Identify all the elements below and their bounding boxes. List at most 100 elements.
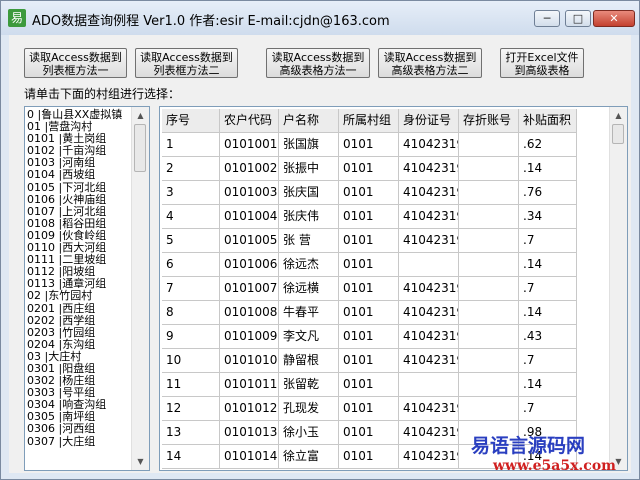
- table-cell[interactable]: 0101: [339, 157, 399, 181]
- table-cell[interactable]: [459, 301, 519, 325]
- table-cell[interactable]: 0101: [339, 181, 399, 205]
- table-cell[interactable]: 0101013: [220, 421, 279, 445]
- table-cell[interactable]: 张 营: [279, 229, 339, 253]
- table-cell[interactable]: 1: [162, 133, 220, 157]
- column-header[interactable]: 身份证号: [399, 109, 459, 133]
- table-cell[interactable]: 张庆伟: [279, 205, 339, 229]
- table-cell[interactable]: 0101002: [220, 157, 279, 181]
- load-button-1[interactable]: 读取Access数据到 列表框方法一: [24, 48, 127, 78]
- table-cell[interactable]: 0101010: [220, 349, 279, 373]
- table-cell[interactable]: 徐远横: [279, 277, 339, 301]
- table-cell[interactable]: 5: [162, 229, 220, 253]
- table-cell[interactable]: 41042319: [399, 421, 459, 445]
- table-cell[interactable]: 41042319: [399, 349, 459, 373]
- table-cell[interactable]: 0101008: [220, 301, 279, 325]
- table-cell[interactable]: 徐远杰: [279, 253, 339, 277]
- table-cell[interactable]: 张国旗: [279, 133, 339, 157]
- table-cell[interactable]: [459, 277, 519, 301]
- table-cell[interactable]: 0101005: [220, 229, 279, 253]
- table-cell[interactable]: [459, 157, 519, 181]
- column-header[interactable]: 所属村组: [339, 109, 399, 133]
- load-button-4[interactable]: 读取Access数据到 高级表格方法二: [378, 48, 482, 78]
- table-cell[interactable]: 0101: [339, 373, 399, 397]
- table-cell[interactable]: .14: [519, 373, 577, 397]
- table-cell[interactable]: 0101: [339, 277, 399, 301]
- table-cell[interactable]: 41042319: [399, 301, 459, 325]
- scroll-down-arrow-icon[interactable]: ▼: [132, 453, 149, 470]
- village-list-item[interactable]: 0201 |西庄组: [27, 302, 133, 315]
- village-listbox[interactable]: 0 |鲁山县XX虚拟镇 01 |营盘沟村 0101 |黄土岗组 0102 |千亩沟组 0…: [24, 106, 150, 471]
- table-cell[interactable]: .7: [519, 397, 577, 421]
- village-list-item[interactable]: 0203 |竹园组: [27, 326, 133, 339]
- column-header[interactable]: 户名称: [279, 109, 339, 133]
- table-cell[interactable]: 41042319: [399, 397, 459, 421]
- scroll-up-arrow-icon[interactable]: ▲: [132, 107, 149, 124]
- table-cell[interactable]: 0101: [339, 397, 399, 421]
- table-cell[interactable]: 0101: [339, 421, 399, 445]
- village-list-item[interactable]: 0307 |大庄组: [27, 435, 133, 448]
- table-cell[interactable]: 0101: [339, 301, 399, 325]
- scroll-thumb[interactable]: [134, 124, 146, 172]
- table-cell[interactable]: [459, 229, 519, 253]
- table-cell[interactable]: 牛春平: [279, 301, 339, 325]
- table-cell[interactable]: 9: [162, 325, 220, 349]
- table-cell[interactable]: [459, 397, 519, 421]
- village-list-item[interactable]: 0104 |西坡组: [27, 169, 133, 181]
- village-list-item[interactable]: 0105 |下河北组: [27, 181, 133, 194]
- column-header[interactable]: 序号: [162, 109, 220, 133]
- column-header[interactable]: 农户代码: [220, 109, 279, 133]
- table-cell[interactable]: 张留乾: [279, 373, 339, 397]
- table-cell[interactable]: 0101014: [220, 445, 279, 469]
- table-cell[interactable]: [459, 133, 519, 157]
- table-cell[interactable]: 0101006: [220, 253, 279, 277]
- minimize-button[interactable]: ─: [534, 10, 560, 27]
- data-grid[interactable]: 序号 农户代码 户名称 所属村组 身份证号 存折账号 补贴面积 1 0101001 张国旗 0101…: [159, 106, 628, 471]
- table-cell[interactable]: [399, 253, 459, 277]
- table-cell[interactable]: 41042319: [399, 133, 459, 157]
- table-cell[interactable]: .76: [519, 181, 577, 205]
- table-cell[interactable]: 张庆国: [279, 181, 339, 205]
- table-cell[interactable]: 41042319: [399, 157, 459, 181]
- table-cell[interactable]: .7: [519, 349, 577, 373]
- table-cell[interactable]: .14: [519, 301, 577, 325]
- table-cell[interactable]: 8: [162, 301, 220, 325]
- table-cell[interactable]: .34: [519, 205, 577, 229]
- table-cell[interactable]: .14: [519, 253, 577, 277]
- table-cell[interactable]: 0101012: [220, 397, 279, 421]
- table-cell[interactable]: 41042319: [399, 229, 459, 253]
- table-cell[interactable]: 13: [162, 421, 220, 445]
- table-cell[interactable]: [459, 205, 519, 229]
- table-cell[interactable]: [459, 349, 519, 373]
- table-cell[interactable]: 徐小玉: [279, 421, 339, 445]
- table-cell[interactable]: 张振中: [279, 157, 339, 181]
- table-cell[interactable]: [459, 325, 519, 349]
- grid-scrollbar[interactable]: ▲ ▼: [609, 107, 627, 470]
- village-list-item[interactable]: 0106 |火神庙组: [27, 193, 133, 206]
- table-cell[interactable]: 41042319: [399, 445, 459, 469]
- table-cell[interactable]: 0101: [339, 205, 399, 229]
- table-cell[interactable]: 4: [162, 205, 220, 229]
- table-cell[interactable]: 10: [162, 349, 220, 373]
- table-cell[interactable]: 0101: [339, 325, 399, 349]
- table-cell[interactable]: 14: [162, 445, 220, 469]
- table-cell[interactable]: 41042319: [399, 325, 459, 349]
- table-cell[interactable]: 0101: [339, 229, 399, 253]
- table-cell[interactable]: 11: [162, 373, 220, 397]
- load-button-3[interactable]: 读取Access数据到 高级表格方法一: [266, 48, 370, 78]
- table-cell[interactable]: 0101007: [220, 277, 279, 301]
- table-cell[interactable]: 3: [162, 181, 220, 205]
- table-cell[interactable]: [399, 373, 459, 397]
- table-cell[interactable]: 0101: [339, 133, 399, 157]
- table-cell[interactable]: 0101004: [220, 205, 279, 229]
- column-header[interactable]: 补贴面积: [519, 109, 577, 133]
- column-header[interactable]: 存折账号: [459, 109, 519, 133]
- table-cell[interactable]: 0101: [339, 253, 399, 277]
- maximize-button[interactable]: □: [565, 10, 591, 27]
- table-cell[interactable]: [459, 253, 519, 277]
- table-cell[interactable]: .7: [519, 229, 577, 253]
- table-cell[interactable]: 孔现发: [279, 397, 339, 421]
- table-cell[interactable]: [459, 373, 519, 397]
- table-cell[interactable]: 7: [162, 277, 220, 301]
- table-cell[interactable]: 41042319: [399, 277, 459, 301]
- table-cell[interactable]: .7: [519, 277, 577, 301]
